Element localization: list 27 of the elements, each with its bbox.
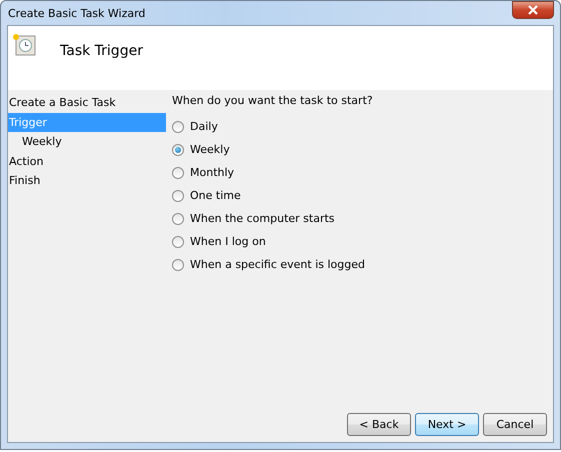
wizard-button[interactable]: Next >: [415, 413, 479, 436]
option-label: When a specific event is logged: [190, 258, 365, 271]
option-label: Daily: [190, 120, 218, 133]
radio-button[interactable]: [172, 212, 184, 224]
option-label: One time: [190, 189, 241, 202]
sidebar-item[interactable]: Action: [8, 152, 166, 171]
radio-button[interactable]: [172, 236, 184, 248]
radio-button[interactable]: [172, 144, 184, 156]
option-label: Monthly: [190, 166, 234, 179]
sidebar-item[interactable]: Finish: [8, 171, 166, 190]
page-title: Task Trigger: [60, 43, 143, 59]
sidebar-item[interactable]: Weekly: [8, 132, 166, 152]
radio-button[interactable]: [172, 120, 184, 132]
option-label: When the computer starts: [190, 212, 335, 225]
radio-button[interactable]: [172, 166, 184, 178]
option-label: When I log on: [190, 235, 266, 248]
wizard-button[interactable]: < Back: [347, 413, 411, 436]
option-label: Weekly: [190, 143, 230, 156]
sidebar-item[interactable]: Create a Basic Task: [8, 93, 166, 112]
close-button[interactable]: [512, 1, 554, 19]
radio-button[interactable]: [172, 258, 184, 270]
clock-icon: [11, 33, 37, 57]
window-title: Create Basic Task Wizard: [7, 6, 146, 20]
wizard-button[interactable]: Cancel: [483, 413, 547, 436]
radio-button[interactable]: [172, 190, 184, 202]
close-icon: [528, 5, 538, 15]
question-label: When do you want the task to start?: [172, 94, 374, 109]
